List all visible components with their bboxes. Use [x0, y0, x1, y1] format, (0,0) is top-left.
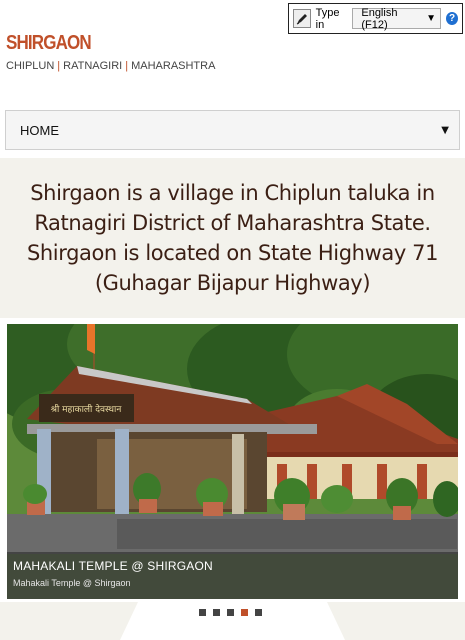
slider-pager-band [0, 602, 465, 640]
nav-current-item: HOME [20, 122, 59, 138]
separator: | [125, 60, 129, 72]
separator: | [57, 60, 61, 72]
location-maharashtra: MAHARASHTRA [131, 60, 216, 72]
chevron-down-icon: ▼ [426, 13, 437, 24]
slider-dot[interactable] [255, 609, 262, 616]
pen-icon[interactable] [293, 9, 311, 28]
slider-dot[interactable] [213, 609, 220, 616]
slide-subtitle: Mahakali Temple @ Shirgaon [13, 578, 131, 588]
site-title[interactable]: SHIRGAON [6, 32, 92, 55]
slide-title: MAHAKALI TEMPLE @ SHIRGAON [13, 559, 213, 573]
location-ratnagiri: RATNAGIRI [63, 60, 123, 72]
slider-pager [199, 609, 262, 616]
type-in-widget: Type in English (F12) ▼ ? [288, 3, 463, 34]
location-chiplun: CHIPLUN [6, 60, 55, 72]
language-select-value: English (F12) [361, 6, 398, 31]
temple-sign: श्री महाकाली देवस्थान [51, 403, 123, 415]
intro-text: Shirgaon is a village in Chiplun taluka … [26, 181, 439, 295]
slide-caption: MAHAKALI TEMPLE @ SHIRGAON Mahakali Temp… [7, 552, 458, 599]
intro-band: Shirgaon is a village in Chiplun taluka … [0, 158, 465, 318]
image-slider[interactable]: श्री महाकाली देवस्थान MAHAKALI TEMPLE @ … [7, 324, 458, 599]
slider-dot[interactable] [227, 609, 234, 616]
slider-dot-active[interactable] [241, 609, 248, 616]
site-location: CHIPLUN | RATNAGIRI | MAHARASHTRA [6, 60, 215, 72]
pager-notch [120, 602, 345, 640]
help-icon[interactable]: ? [446, 12, 458, 25]
nav-menu-select[interactable]: HOME ▼ [5, 110, 460, 150]
chevron-down-icon: ▼ [441, 124, 449, 136]
language-select[interactable]: English (F12) ▼ [352, 6, 442, 31]
type-in-label: Type in [315, 6, 340, 31]
slider-dot[interactable] [199, 609, 206, 616]
